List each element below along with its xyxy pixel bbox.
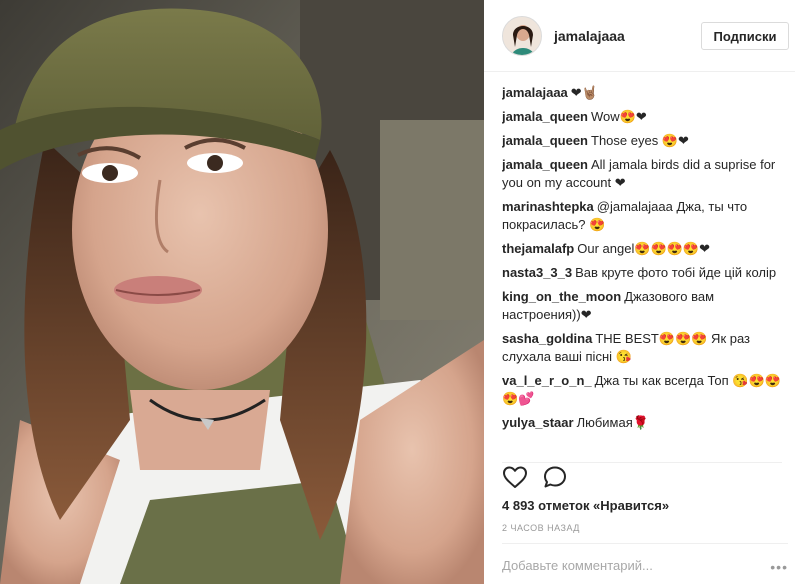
comment-item: marinashtepka @jamalajaaa Джа, ты что пок… [502,198,786,234]
comment-username[interactable]: jamala_queen [502,133,588,148]
comment-item: jamala_queen All jamala birds did a supri… [502,156,786,192]
add-comment-section: ••• [502,543,788,584]
more-options-icon[interactable]: ••• [770,559,788,575]
post-timestamp[interactable]: 2 ЧАСОВ НАЗАД [502,523,580,533]
username-link[interactable]: jamalajaaa [554,28,625,44]
selfie-image [0,0,484,584]
post-actions [502,462,782,491]
comment-username[interactable]: nasta3_3_3 [502,265,572,280]
post-header: jamalajaaa Подписки [484,0,795,72]
comment-text: Those eyes 😍❤ [591,133,689,148]
comment-username[interactable]: jamala_queen [502,157,588,172]
comment-item: sasha_goldina THE BEST😍😍😍 Як раз слухала … [502,330,786,366]
comment-username[interactable]: marinashtepka [502,199,594,214]
comment-text: Our angel😍😍😍😍❤ [577,241,710,256]
avatar[interactable] [502,16,542,56]
comment-item: king_on_the_moon Джазового вам настроения… [502,288,786,324]
heart-outline-icon[interactable] [502,465,530,493]
comment-username[interactable]: jamala_queen [502,109,588,124]
comment-input[interactable] [502,558,762,573]
comment-username[interactable]: thejamalafp [502,241,574,256]
comments-list: jamalajaaa ❤🤘🏽 jamala_queen Wow😍❤ jamala_q… [502,84,786,454]
comment-text: Вав круте фото тобі йде цій колір [575,265,777,280]
comment-item: nasta3_3_3 Вав круте фото тобі йде цій ко… [502,264,786,282]
post-sidebar: jamalajaaa Подписки jamalajaaa ❤🤘🏽 jamala… [484,0,795,584]
instagram-post: jamalajaaa Подписки jamalajaaa ❤🤘🏽 jamala… [0,0,795,584]
avatar-image [503,17,541,55]
likes-count[interactable]: 4 893 отметок «Нравится» [502,498,669,513]
comment-username[interactable]: sasha_goldina [502,331,592,346]
comment-username[interactable]: va_l_e_r_o_n_ [502,373,592,388]
comment-bubble-icon[interactable] [542,465,570,493]
comment-item: va_l_e_r_o_n_ Джа ты как всегда Топ 😘😍😍😍💕 [502,372,786,408]
comment-item: jamala_queen Wow😍❤ [502,108,786,126]
comment-item: yulya_staar Любимая🌹 [502,414,786,432]
comment-username[interactable]: jamalajaaa [502,85,568,100]
comment-item: thejamalafp Our angel😍😍😍😍❤ [502,240,786,258]
comment-text: ❤🤘🏽 [570,85,598,100]
comment-item: jamala_queen Those eyes 😍❤ [502,132,786,150]
comment-item: jamalajaaa ❤🤘🏽 [502,84,786,102]
following-button[interactable]: Подписки [701,22,789,50]
comment-text: Любимая🌹 [576,415,649,430]
comment-username[interactable]: yulya_staar [502,415,574,430]
comment-text: Wow😍❤ [591,109,647,124]
comment-username[interactable]: king_on_the_moon [502,289,621,304]
post-photo[interactable] [0,0,484,584]
